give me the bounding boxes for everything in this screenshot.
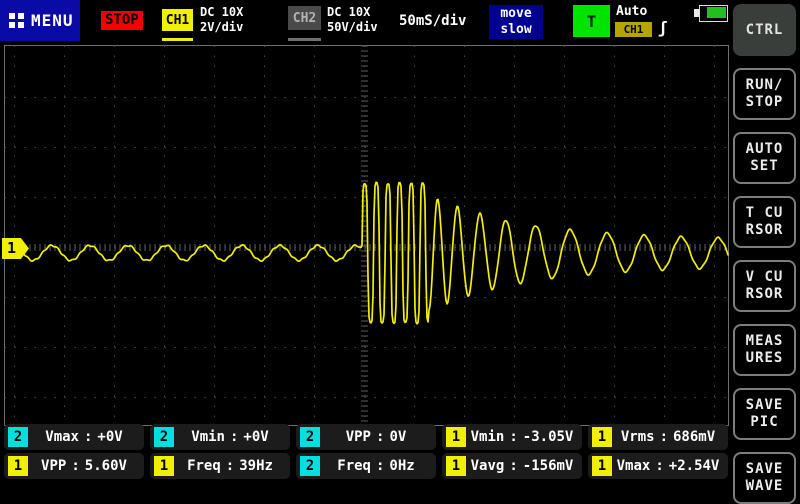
- channel-badge: 2: [154, 427, 174, 447]
- measure-ch1-freq[interactable]: 1Freq:39Hz: [150, 453, 290, 479]
- ch2-settings[interactable]: DC 10X50V/div: [327, 5, 378, 35]
- ch2-badge[interactable]: CH2: [288, 6, 321, 30]
- measure-ch1-vavg[interactable]: 1Vavg:-156mV: [442, 453, 582, 479]
- channel-badge: 1: [592, 456, 612, 476]
- battery-body: [699, 5, 728, 22]
- ch1-scale: 2V/div: [200, 20, 243, 34]
- measure-value: 5.60V: [85, 458, 127, 474]
- measure-ch1-vpp[interactable]: 1VPP:5.60V: [4, 453, 144, 479]
- save-wave-button[interactable]: SAVEWAVE: [733, 452, 796, 504]
- ch1-waveform-trace: [6, 182, 728, 323]
- ch1-coupling: DC 10X: [200, 5, 243, 19]
- measure-ch2-vmax[interactable]: 2Vmax:+0V: [4, 424, 144, 450]
- t-cursor-button[interactable]: T CURSOR: [733, 196, 796, 248]
- measure-value: +0V: [97, 429, 122, 445]
- move-line1: move: [500, 6, 531, 21]
- move-slow-button[interactable]: moveslow: [489, 5, 543, 39]
- timebase-readout[interactable]: 50mS/div: [399, 13, 466, 29]
- menu-label: MENU: [31, 11, 74, 30]
- measure-ch2-vmin[interactable]: 2Vmin:+0V: [150, 424, 290, 450]
- graticule-grid: [5, 46, 729, 426]
- battery-charge-level: [707, 7, 726, 18]
- ch2-coupling: DC 10X: [327, 5, 370, 19]
- measure-label: Vmin: [471, 429, 505, 445]
- ch2-scale: 50V/div: [327, 20, 378, 34]
- measure-ch2-vpp[interactable]: 2VPP:0V: [296, 424, 436, 450]
- ch1-badge[interactable]: CH1: [162, 9, 193, 31]
- menu-grid-icon: [9, 13, 24, 28]
- measurement-readout-bar: 2Vmax:+0V 2Vmin:+0V 2VPP:0V 1Vmin:-3.05V…: [4, 424, 728, 479]
- measure-value: 686mV: [673, 429, 715, 445]
- acquisition-status-badge[interactable]: STOP: [101, 11, 143, 30]
- trigger-button[interactable]: T: [573, 5, 610, 37]
- menu-button[interactable]: MENU: [0, 0, 80, 41]
- measure-value: -3.05V: [523, 429, 574, 445]
- measure-label: Vrms: [621, 429, 655, 445]
- ch1-underline: [162, 38, 193, 41]
- channel-badge: 1: [446, 427, 466, 447]
- save-pic-button[interactable]: SAVEPIC: [733, 388, 796, 440]
- measure-label: Vmin: [191, 429, 225, 445]
- trigger-rising-edge-icon: ʃ: [658, 18, 668, 37]
- channel-badge: 1: [592, 427, 612, 447]
- measure-label: Freq: [337, 458, 371, 474]
- measure-label: Freq: [187, 458, 221, 474]
- channel-badge: 1: [446, 456, 466, 476]
- measure-ch1-vrms[interactable]: 1Vrms:686mV: [588, 424, 728, 450]
- ctrl-button[interactable]: CTRL: [733, 4, 796, 56]
- measure-ch2-freq[interactable]: 2Freq:0Hz: [296, 453, 436, 479]
- trigger-mode-label: Auto: [616, 4, 647, 19]
- auto-set-button[interactable]: AUTOSET: [733, 132, 796, 184]
- measure-value: 0Hz: [389, 458, 414, 474]
- measure-label: Vmax: [617, 458, 651, 474]
- right-button-panel: CTRL RUN/STOP AUTOSET T CURSOR V CURSOR …: [733, 4, 796, 504]
- measure-label: Vmax: [45, 429, 79, 445]
- measure-value: +2.54V: [669, 458, 720, 474]
- trigger-source-badge[interactable]: CH1: [615, 22, 652, 37]
- measure-value: 39Hz: [239, 458, 273, 474]
- measure-label: VPP: [346, 429, 371, 445]
- run-stop-button[interactable]: RUN/STOP: [733, 68, 796, 120]
- channel-badge: 1: [8, 456, 28, 476]
- scope-display: [0, 0, 800, 480]
- channel-badge: 2: [300, 427, 320, 447]
- measure-label: Vavg: [471, 458, 505, 474]
- battery-icon: [694, 5, 727, 21]
- channel-badge: 1: [154, 456, 174, 476]
- measure-label: VPP: [41, 458, 66, 474]
- measure-ch1-vmax[interactable]: 1Vmax:+2.54V: [588, 453, 728, 479]
- ch1-settings[interactable]: DC 10X2V/div: [200, 5, 243, 35]
- measure-value: -156mV: [523, 458, 574, 474]
- measures-button[interactable]: MEASURES: [733, 324, 796, 376]
- measure-ch1-vmin[interactable]: 1Vmin:-3.05V: [442, 424, 582, 450]
- move-line2: slow: [500, 22, 531, 37]
- measure-value: 0V: [389, 429, 406, 445]
- ch2-underline: [288, 38, 321, 41]
- top-toolbar: MENU STOP CH1 DC 10X2V/div CH2 DC 10X50V…: [0, 0, 800, 44]
- channel-badge: 2: [8, 427, 28, 447]
- channel-badge: 2: [300, 456, 320, 476]
- v-cursor-button[interactable]: V CURSOR: [733, 260, 796, 312]
- measure-value: +0V: [243, 429, 268, 445]
